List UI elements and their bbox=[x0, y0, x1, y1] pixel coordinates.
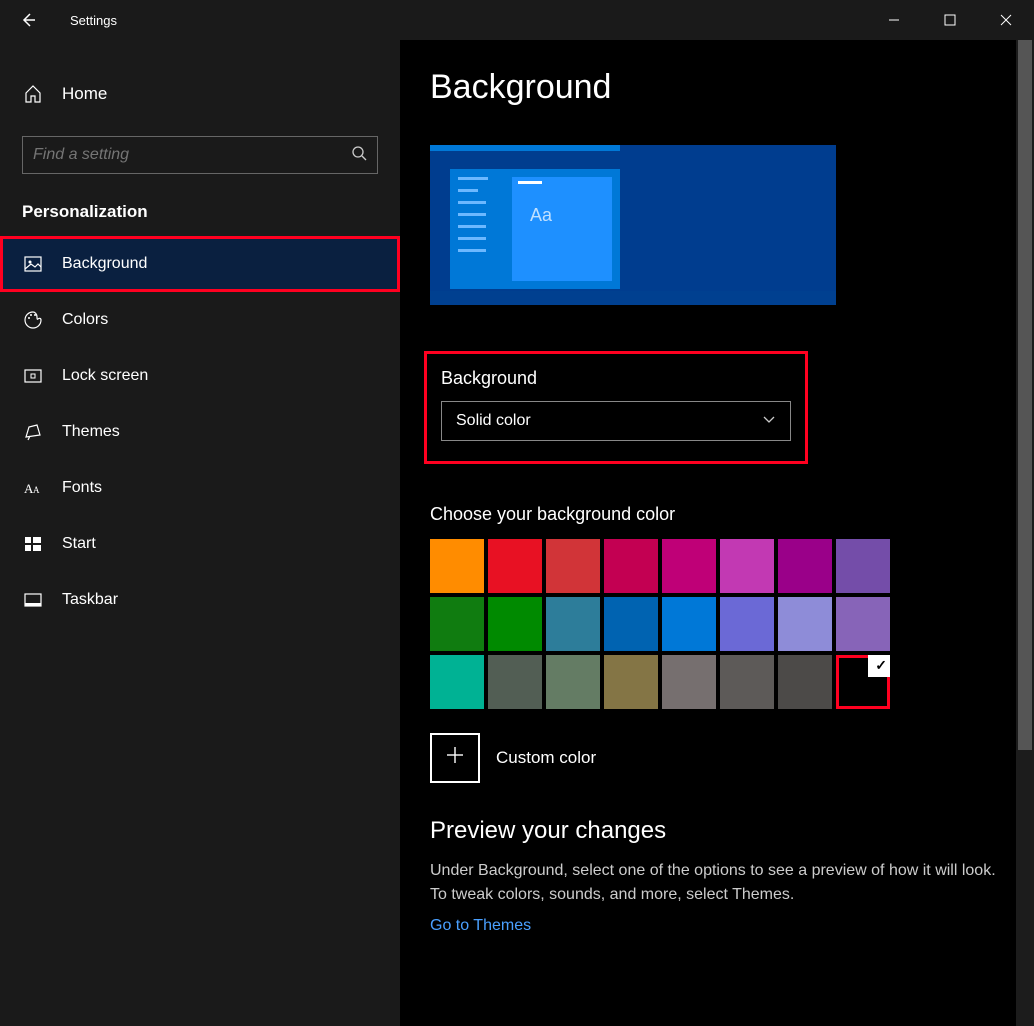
sidebar-item-fonts[interactable]: AA Fonts bbox=[0, 460, 400, 516]
scrollbar-thumb[interactable] bbox=[1018, 40, 1032, 750]
color-swatch[interactable] bbox=[836, 539, 890, 593]
color-swatch[interactable] bbox=[488, 539, 542, 593]
search-box[interactable] bbox=[22, 136, 378, 174]
background-dropdown[interactable]: Solid color bbox=[441, 401, 791, 441]
sidebar-item-taskbar[interactable]: Taskbar bbox=[0, 572, 400, 628]
color-swatch[interactable] bbox=[546, 655, 600, 709]
color-swatch[interactable] bbox=[430, 597, 484, 651]
sidebar-item-themes[interactable]: Themes bbox=[0, 404, 400, 460]
window-title: Settings bbox=[70, 13, 117, 28]
sidebar-item-background[interactable]: Background bbox=[0, 236, 400, 292]
sidebar: Home Personalization Background Colors Loc… bbox=[0, 40, 400, 1026]
color-swatch[interactable] bbox=[778, 655, 832, 709]
home-icon bbox=[22, 83, 44, 105]
plus-icon bbox=[445, 744, 465, 772]
palette-icon bbox=[22, 309, 44, 331]
back-icon[interactable] bbox=[20, 12, 36, 28]
sidebar-item-label: Taskbar bbox=[62, 591, 118, 609]
color-swatch[interactable] bbox=[720, 539, 774, 593]
color-swatch[interactable] bbox=[604, 539, 658, 593]
color-swatch[interactable] bbox=[662, 655, 716, 709]
color-swatch[interactable] bbox=[430, 655, 484, 709]
color-swatch[interactable] bbox=[546, 539, 600, 593]
lock-screen-icon bbox=[22, 365, 44, 387]
color-swatch[interactable] bbox=[720, 597, 774, 651]
fonts-icon: AA bbox=[22, 477, 44, 499]
go-to-themes-link[interactable]: Go to Themes bbox=[430, 917, 531, 935]
color-swatch[interactable] bbox=[546, 597, 600, 651]
custom-color-label: Custom color bbox=[496, 748, 596, 768]
color-swatch[interactable] bbox=[720, 655, 774, 709]
main-panel: Background Aa Background Solid color Cho… bbox=[400, 40, 1034, 1026]
sidebar-item-label: Fonts bbox=[62, 479, 102, 497]
color-swatch[interactable] bbox=[778, 597, 832, 651]
preview-sample-text: Aa bbox=[530, 205, 552, 226]
custom-color-button[interactable] bbox=[430, 733, 480, 783]
color-swatch[interactable]: ✓ bbox=[836, 655, 890, 709]
window-controls bbox=[866, 0, 1034, 40]
maximize-button[interactable] bbox=[922, 0, 978, 40]
close-button[interactable] bbox=[978, 0, 1034, 40]
preview-heading: Preview your changes bbox=[430, 817, 1004, 845]
sidebar-item-label: Lock screen bbox=[62, 367, 148, 385]
background-dropdown-value: Solid color bbox=[456, 412, 531, 430]
color-swatch[interactable] bbox=[662, 597, 716, 651]
section-header: Personalization bbox=[0, 194, 400, 236]
search-input[interactable] bbox=[33, 146, 351, 164]
taskbar-icon bbox=[22, 589, 44, 611]
sidebar-item-label: Themes bbox=[62, 423, 120, 441]
chevron-down-icon bbox=[762, 412, 776, 431]
minimize-button[interactable] bbox=[866, 0, 922, 40]
themes-icon bbox=[22, 421, 44, 443]
sidebar-item-label: Colors bbox=[62, 311, 108, 329]
sidebar-item-start[interactable]: Start bbox=[0, 516, 400, 572]
color-swatch[interactable] bbox=[430, 539, 484, 593]
color-swatch[interactable] bbox=[778, 539, 832, 593]
page-heading: Background bbox=[430, 68, 1004, 107]
search-icon bbox=[351, 145, 367, 166]
sidebar-item-lock-screen[interactable]: Lock screen bbox=[0, 348, 400, 404]
color-swatch[interactable] bbox=[488, 655, 542, 709]
picture-icon bbox=[22, 253, 44, 275]
desktop-preview: Aa bbox=[430, 145, 836, 305]
color-grid: ✓ bbox=[430, 539, 1004, 709]
home-button[interactable]: Home bbox=[0, 70, 400, 118]
checkmark-icon: ✓ bbox=[875, 657, 887, 674]
start-icon bbox=[22, 533, 44, 555]
color-grid-label: Choose your background color bbox=[430, 504, 1004, 525]
sidebar-item-label: Background bbox=[62, 255, 147, 273]
color-swatch[interactable] bbox=[604, 597, 658, 651]
color-swatch[interactable] bbox=[662, 539, 716, 593]
svg-text:A: A bbox=[33, 485, 40, 495]
preview-body: Under Background, select one of the opti… bbox=[430, 859, 1004, 907]
color-swatch[interactable] bbox=[604, 655, 658, 709]
color-swatch[interactable] bbox=[488, 597, 542, 651]
background-dropdown-section: Background Solid color bbox=[424, 351, 808, 464]
home-label: Home bbox=[62, 84, 107, 104]
background-dropdown-label: Background bbox=[441, 368, 791, 389]
color-swatch[interactable] bbox=[836, 597, 890, 651]
sidebar-item-colors[interactable]: Colors bbox=[0, 292, 400, 348]
sidebar-item-label: Start bbox=[62, 535, 96, 553]
custom-color-row: Custom color bbox=[430, 733, 1004, 783]
